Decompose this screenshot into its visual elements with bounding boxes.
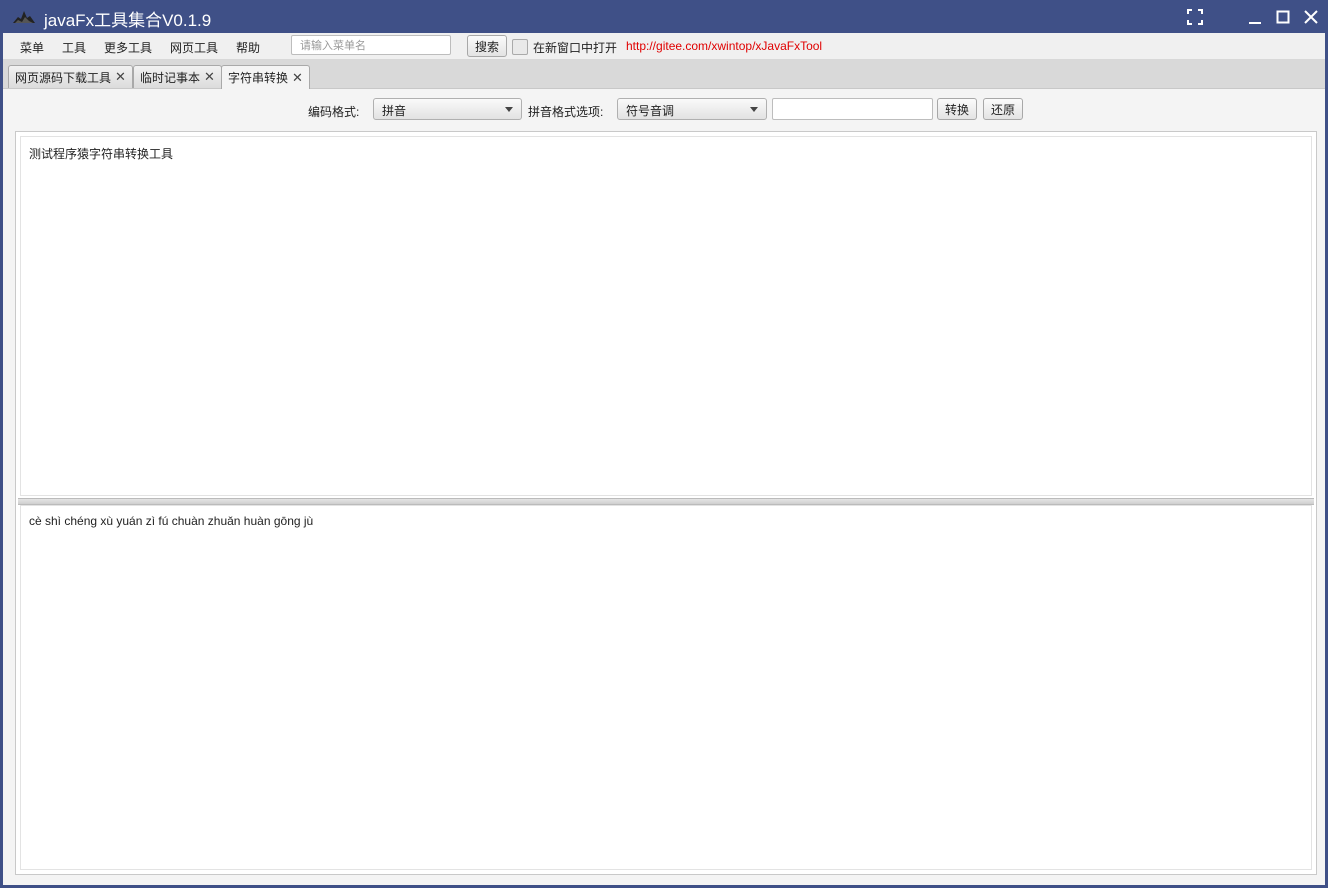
tab-string-convert[interactable]: 字符串转换 ✕ [221,65,310,89]
app-window: javaFx工具集合V0.1.9 菜单 工具 更多工具 网页工具 帮助 请输入菜… [0,0,1328,888]
tab-label: 临时记事本 [140,70,201,85]
separator-input[interactable] [772,98,933,120]
tab-close-icon[interactable]: ✕ [292,70,303,86]
output-text: cè shì chéng xù yuán zì fú chuàn zhuǎn h… [29,514,314,528]
chevron-down-icon [505,107,513,112]
encoding-select-value: 拼音 [382,104,407,118]
menu-item-more-tools[interactable]: 更多工具 [104,39,152,56]
search-button[interactable]: 搜索 [467,35,507,57]
new-window-checkbox[interactable] [512,39,528,55]
tab-bar: 网页源码下载工具 ✕ 临时记事本 ✕ 字符串转换 ✕ [3,60,1325,89]
tab-web-source-downloader[interactable]: 网页源码下载工具 ✕ [8,65,133,88]
menu-search-input[interactable]: 请输入菜单名 [291,35,451,55]
menu-item-web-tools[interactable]: 网页工具 [170,39,218,56]
minimize-button[interactable] [1244,6,1266,28]
menu-item-menu[interactable]: 菜单 [20,39,44,56]
maximize-icon [1276,10,1290,24]
encoding-select[interactable]: 拼音 [373,98,522,120]
split-divider[interactable] [18,498,1314,505]
tab-label: 网页源码下载工具 [15,70,112,85]
tab-close-icon[interactable]: ✕ [204,69,215,85]
fullscreen-button[interactable] [1184,6,1206,28]
tab-label: 字符串转换 [228,71,289,85]
title-bar[interactable]: javaFx工具集合V0.1.9 [0,0,1328,33]
menu-bar: 菜单 工具 更多工具 网页工具 帮助 请输入菜单名 搜索 在新窗口中打开 htt… [3,33,1325,60]
close-button[interactable] [1300,6,1322,28]
app-logo-icon [13,11,35,23]
input-text: 测试程序猿字符串转换工具 [29,147,174,161]
input-textarea[interactable]: 测试程序猿字符串转换工具 [20,136,1312,496]
pinyin-option-label: 拼音格式选项: [528,105,604,119]
chevron-down-icon [750,107,758,112]
fullscreen-icon [1187,9,1203,25]
minimize-icon [1249,22,1261,24]
tab-temp-notepad[interactable]: 临时记事本 ✕ [133,65,222,88]
maximize-button[interactable] [1272,6,1294,28]
gitee-link[interactable]: http://gitee.com/xwintop/xJavaFxTool [626,39,822,53]
tab-close-icon[interactable]: ✕ [115,69,126,85]
pinyin-option-select-value: 符号音调 [626,104,675,118]
pinyin-option-select[interactable]: 符号音调 [617,98,767,120]
close-icon [1304,10,1318,24]
menu-item-tools[interactable]: 工具 [62,39,86,56]
encoding-label: 编码格式: [308,105,360,119]
output-textarea[interactable]: cè shì chéng xù yuán zì fú chuàn zhuǎn h… [20,505,1312,870]
new-window-label: 在新窗口中打开 [533,41,618,55]
convert-button[interactable]: 转换 [937,98,977,120]
window-title: javaFx工具集合V0.1.9 [44,11,212,30]
restore-button[interactable]: 还原 [983,98,1023,120]
split-pane: 测试程序猿字符串转换工具 cè shì chéng xù yuán zì fú … [15,131,1317,875]
menu-item-help[interactable]: 帮助 [236,39,260,56]
